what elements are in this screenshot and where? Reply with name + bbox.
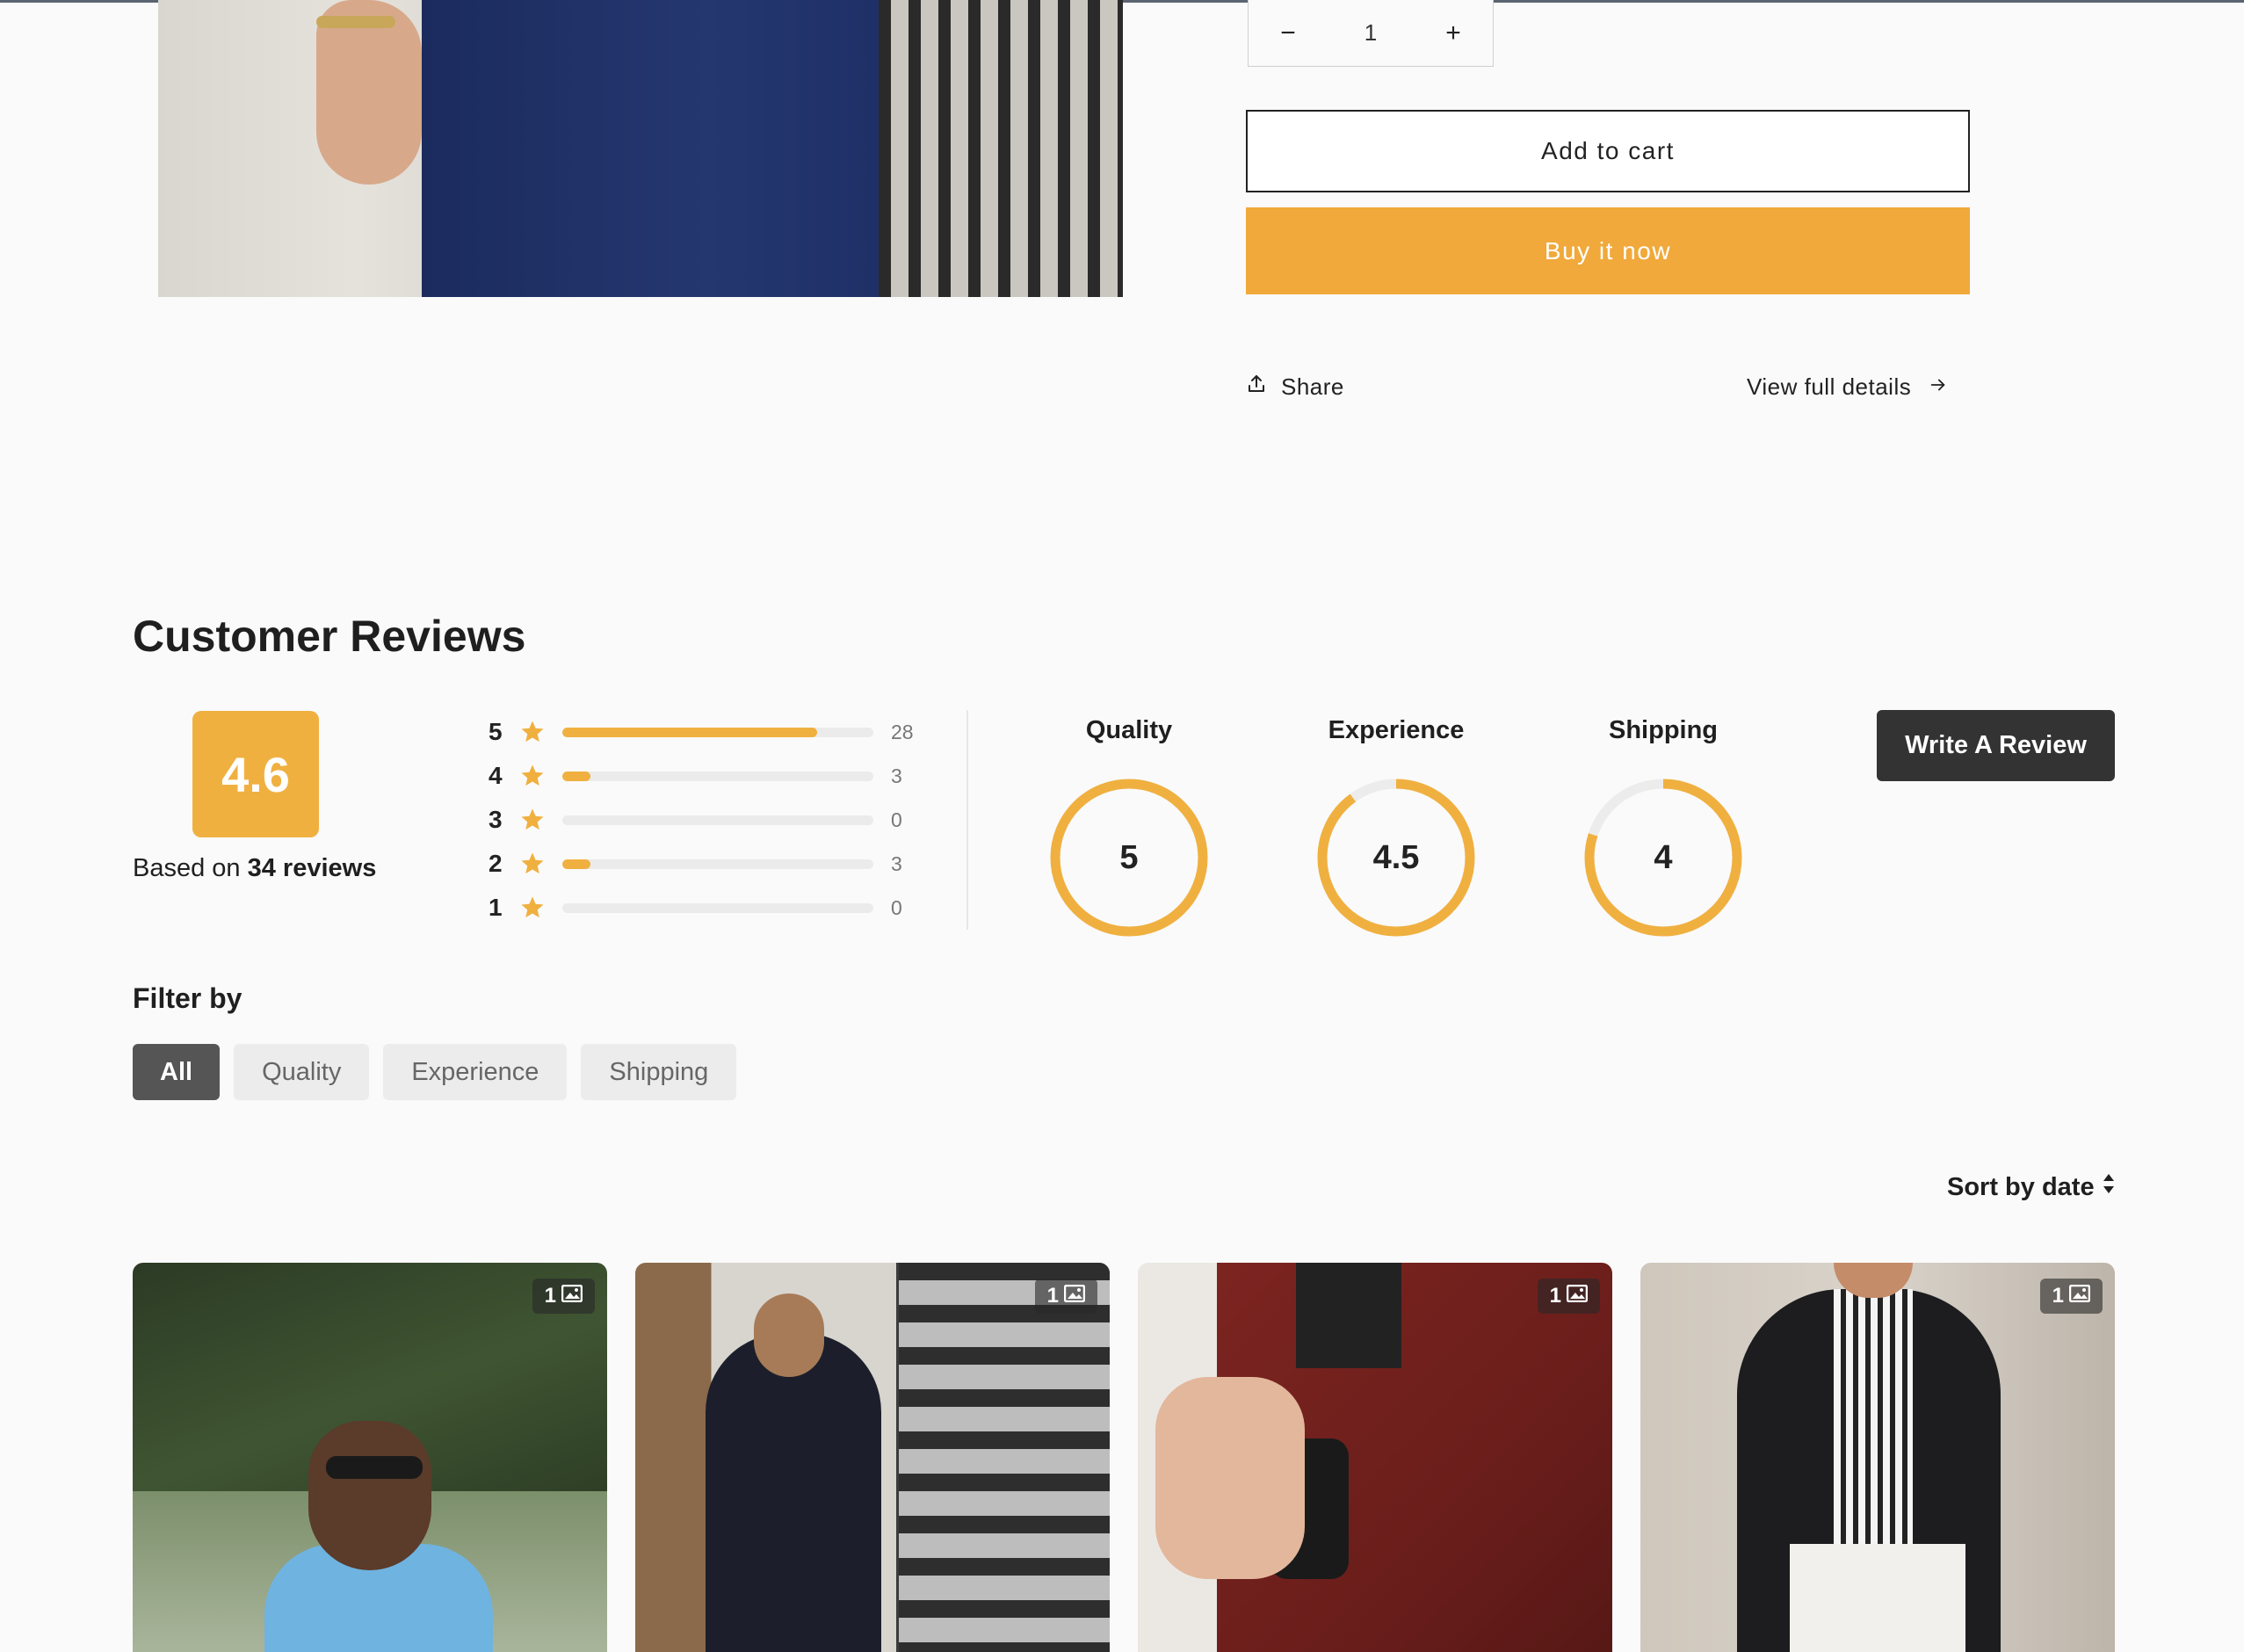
review-photo [635,1263,1110,1652]
sort-dropdown[interactable]: Sort by date [1947,1172,2116,1202]
metric-shipping: Shipping 4 [1575,716,1751,938]
image-count-badge: 1 [2039,1279,2103,1314]
share-icon [1246,373,1267,401]
filter-chip-experience[interactable]: Experience [383,1044,568,1100]
sort-label: Sort by date [1947,1172,2095,1201]
filter-chips: All Quality Experience Shipping [133,1044,737,1100]
rating-ring: 4.5 [1316,778,1476,938]
rating-bar [562,771,873,781]
rating-ring: 5 [1049,778,1209,938]
based-on-text: Based on 34 reviews [133,854,377,882]
image-count-badge: 1 [1537,1279,1600,1314]
add-to-cart-button[interactable]: Add to cart [1246,110,1970,192]
image-count-badge: 1 [1034,1279,1097,1314]
rating-bar [562,902,873,913]
review-photo [133,1263,607,1652]
qty-increase-button[interactable]: + [1440,18,1466,48]
rating-ring: 4 [1583,778,1743,938]
rating-bar [562,859,873,869]
review-cards: 1 1 1 1 [133,1263,2115,1652]
filter-chip-quality[interactable]: Quality [234,1044,370,1100]
rating-row-2[interactable]: 2 3 [489,842,937,886]
image-icon [2068,1284,2091,1308]
review-card[interactable]: 1 [133,1263,607,1652]
metric-quality: Quality 5 [1041,716,1217,938]
reviews-title: Customer Reviews [133,612,526,661]
filter-title: Filter by [133,982,242,1014]
star-icon [511,851,554,877]
rating-distribution: 5 28 4 3 3 0 2 3 1 0 [489,710,937,930]
rating-row-5[interactable]: 5 28 [489,710,937,754]
image-icon [1063,1284,1086,1308]
image-count-badge: 1 [532,1279,595,1314]
review-photo [1640,1263,2115,1652]
metric-experience: Experience 4.5 [1308,716,1484,938]
star-icon [511,895,554,921]
product-image[interactable] [158,0,1123,297]
rating-bar [562,727,873,737]
buy-it-now-button[interactable]: Buy it now [1246,207,1970,294]
rating-row-1[interactable]: 1 0 [489,886,937,930]
filter-chip-shipping[interactable]: Shipping [581,1044,737,1100]
write-review-button[interactable]: Write A Review [1877,710,2115,781]
share-button[interactable]: Share [1246,369,1344,404]
qty-decrease-button[interactable]: − [1275,18,1301,48]
star-icon [511,763,554,789]
share-label: Share [1281,373,1344,400]
filter-chip-all[interactable]: All [133,1044,221,1100]
average-rating-badge: 4.6 [192,711,319,837]
quantity-stepper[interactable]: − 1 + [1248,0,1494,67]
star-icon [511,807,554,833]
rating-row-3[interactable]: 3 0 [489,798,937,842]
quantity-value[interactable]: 1 [1364,19,1377,47]
image-icon [1566,1284,1589,1308]
star-icon [511,719,554,745]
review-count: 34 reviews [247,854,377,882]
review-card[interactable]: 1 [635,1263,1110,1652]
divider [966,710,968,930]
review-card[interactable]: 1 [1640,1263,2115,1652]
review-photo [1138,1263,1612,1652]
rating-row-4[interactable]: 4 3 [489,754,937,798]
sort-icon [2102,1172,2116,1202]
view-full-details-label: View full details [1747,373,1912,400]
rating-bar [562,815,873,825]
image-icon [561,1284,583,1308]
arrow-right-icon [1929,373,1948,401]
view-full-details-link[interactable]: View full details [1747,369,1948,404]
review-card[interactable]: 1 [1138,1263,1612,1652]
